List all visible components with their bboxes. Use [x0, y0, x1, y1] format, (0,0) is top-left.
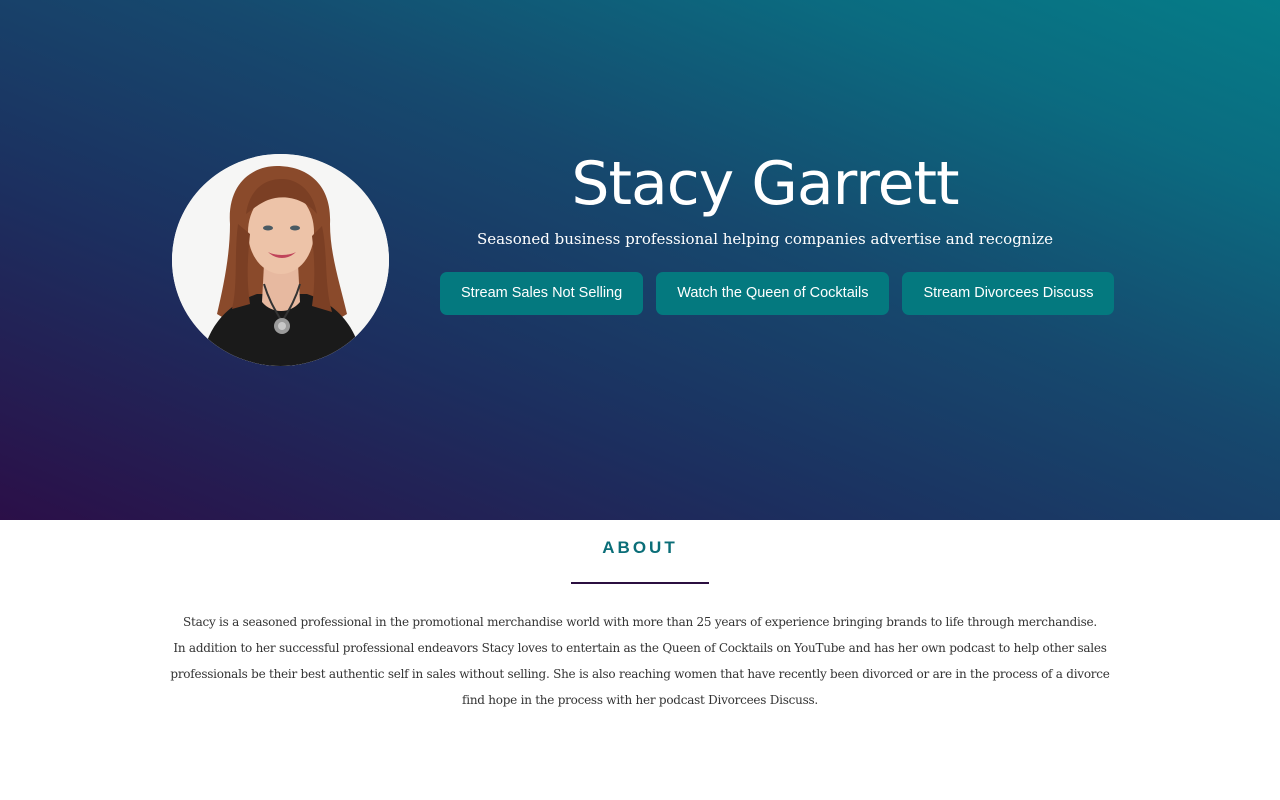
hero-section: Stacy Garrett Seasoned business professi…	[0, 0, 1280, 520]
hero-button-group: Stream Sales Not Selling Watch the Queen…	[440, 272, 1115, 315]
about-body: Stacy is a seasoned professional in the …	[170, 609, 1110, 713]
hero-tagline: Seasoned business professional helping c…	[476, 230, 1054, 248]
about-divider	[571, 582, 709, 584]
about-paragraph-1: Stacy is a seasoned professional in the …	[183, 615, 1097, 629]
profile-photo	[172, 154, 389, 366]
about-section: ABOUT Stacy is a seasoned professional i…	[0, 520, 1280, 800]
about-heading: ABOUT	[602, 538, 678, 557]
stream-divorcees-discuss-button[interactable]: Stream Divorcees Discuss	[902, 272, 1115, 315]
hero-name: Stacy Garrett	[571, 149, 959, 219]
avatar	[172, 154, 389, 366]
hero-text: Stacy Garrett Seasoned business professi…	[430, 140, 1100, 250]
watch-queen-of-cocktails-button[interactable]: Watch the Queen of Cocktails	[656, 272, 890, 315]
about-paragraph-2: In addition to her successful profession…	[170, 641, 1110, 707]
stream-sales-not-selling-button[interactable]: Stream Sales Not Selling	[440, 272, 644, 315]
